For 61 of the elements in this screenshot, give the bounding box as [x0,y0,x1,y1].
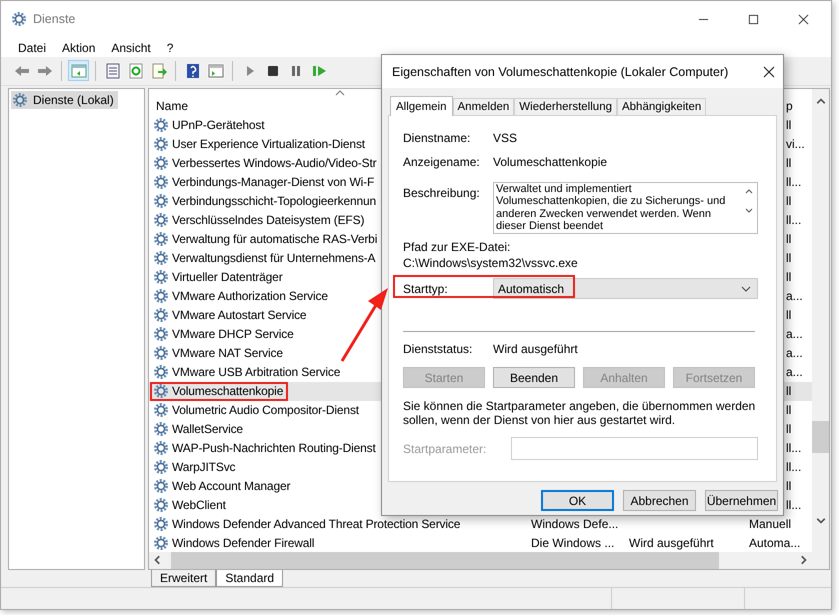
startup-cell-text: ll [785,384,792,398]
dialog-title: Eigenschaften von Volumeschattenkopie (Lokaler Computer) [392,64,728,78]
service-name: User Experience Virtualization-Dienst [172,137,365,152]
startup-cell-text: ll [785,422,792,436]
field-label: Dienstname: [403,130,472,144]
field-label: Pfad zur EXE-Datei: [403,240,512,254]
startup-cell-text: ll [785,270,792,284]
startup-cell-text: ll [785,479,792,494]
field-label: Dienststatus: [403,342,474,356]
startup-cell-text: a... [785,346,804,360]
startup-cell-text: a... [785,365,804,380]
service-name: Windows Defender Advanced Threat Protection Service [172,517,460,532]
startup-cell-text: ll [785,194,792,208]
startup-cell-text: ll [785,308,792,322]
service-name: Verbessertes Windows-Audio/Video-Str [172,156,376,170]
window-title: Dienste [33,12,76,26]
service-name: Verbindungsschicht-Topologieerkennun [172,194,376,208]
service-name: VMware DHCP Service [172,327,294,342]
startup-cell-text: ll [785,156,792,170]
service-name: WebClient [172,498,226,512]
service-name: Volumeschattenkopie [172,384,284,398]
service-name: Virtueller Datenträger [172,270,283,284]
service-name: VMware Authorization Service [172,289,328,304]
startup-cell-text: ll... [785,460,802,474]
startup-cell-text: a... [785,327,804,342]
service-name: Verwaltungsdienst für Unternehmens-A [172,251,376,266]
service-name: Verschlüsselndes Dateisystem (EFS) [172,213,364,228]
field-label: Beschreibung: [403,186,481,200]
service-name: Verbindungs-Manager-Dienst von Wi-F [172,175,374,190]
service-name: Web Account Manager [172,479,290,494]
startup-cell-text: vi... [785,137,806,152]
hint-text: Sie können die Startparameter angeben, die übernommen werden sollen, wenn der Dienst von hier aus gestartet wird. [403,399,756,427]
field-value: Wird ausgeführt [493,342,578,356]
service-name: WalletService [172,422,243,436]
startup-cell-text: ll [785,251,792,266]
description-cell-text: Die Windows ... [530,536,616,550]
field-label: Anzeigename: [403,154,481,168]
service-name: WarpJITSvc [172,460,236,474]
field-value: VSS [493,130,518,144]
startup-cell-text: Manuell [748,517,792,532]
service-name: UPnP-Gerätehost [172,118,264,132]
status-cell: Wird ausgeführt [629,536,714,550]
service-name: Verwaltung für automatische RAS-Verbi [172,232,378,246]
service-name: VMware NAT Service [172,346,283,360]
field-label: Starttyp: [403,282,449,296]
startup-cell-text: ll [785,118,792,132]
field-value: C:\Windows\system32\vssvc.exe [403,256,579,270]
startup-cell-text: Automa... [748,536,802,550]
startup-cell-text: a... [785,289,804,304]
description-cell-text: Windows Defe... [530,517,620,532]
startup-cell-text: ll... [785,441,802,456]
service-name: VMware Autostart Service [172,308,306,322]
startup-cell-text: ll... [785,213,802,228]
startup-cell-text: ll [785,232,792,246]
field-value: Volumeschattenkopie [493,154,608,168]
service-name: VMware USB Arbitration Service [172,365,340,380]
field-label: Startparameter: [403,442,488,456]
service-name: Windows Defender Firewall [172,536,314,550]
startup-cell-text: ll... [785,175,802,190]
service-name: Volumetric Audio Compositor-Dienst [172,403,359,418]
service-name: WAP-Push-Nachrichten Routing-Dienst [172,441,376,456]
